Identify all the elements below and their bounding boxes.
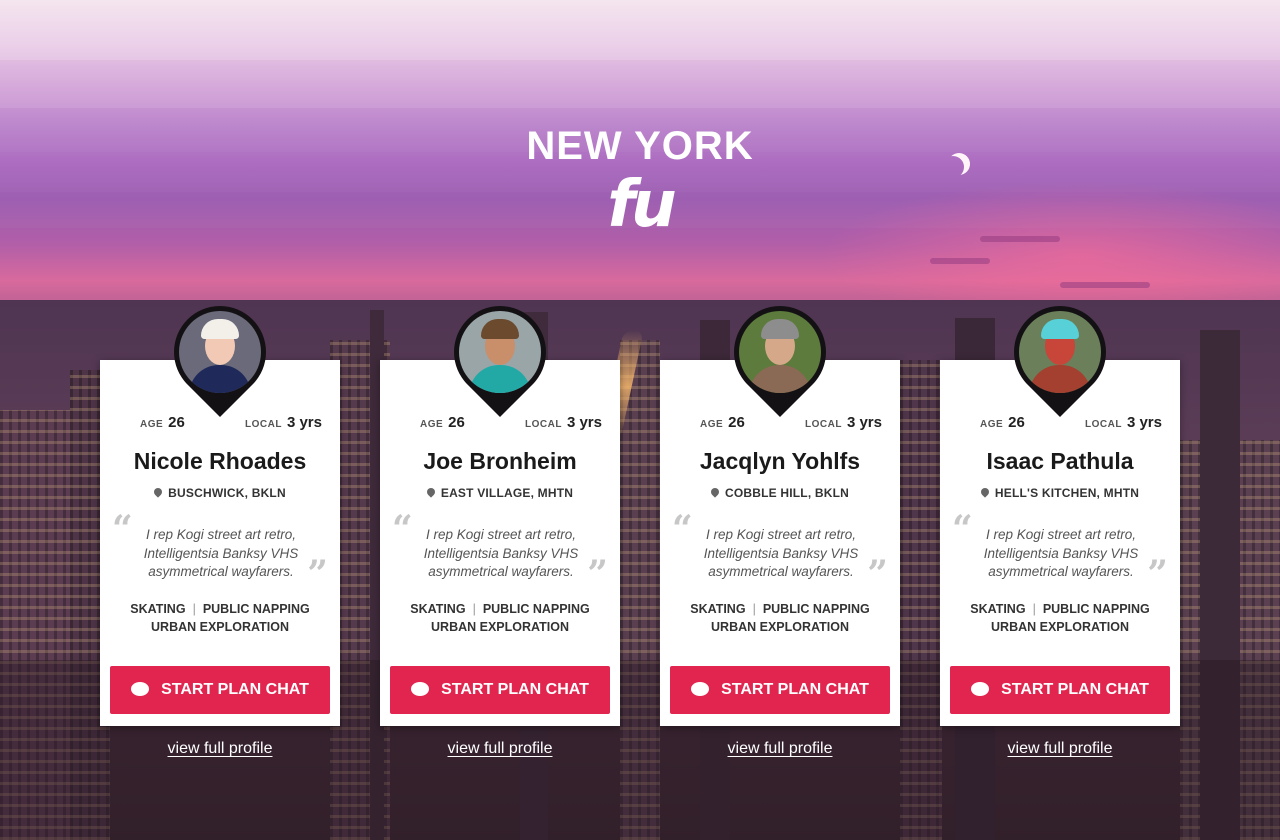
local-value: 3 yrs xyxy=(566,414,602,431)
separator: | xyxy=(1032,602,1036,616)
avatar xyxy=(459,311,541,393)
interests: SKATING | PUBLIC NAPPING URBAN EXPLORATION xyxy=(940,600,1180,636)
open-quote-icon: “ xyxy=(672,508,693,550)
age-stat: AGE 26 xyxy=(980,414,1025,431)
start-plan-chat-button[interactable]: START PLAN CHAT xyxy=(390,666,610,714)
close-quote-icon: ” xyxy=(1147,553,1168,595)
age-value: 26 xyxy=(728,414,745,431)
profile-location: EAST VILLAGE, MHTN xyxy=(380,486,620,500)
age-stat: AGE 26 xyxy=(700,414,745,431)
age-stat: AGE 26 xyxy=(420,414,465,431)
avatar xyxy=(739,311,821,393)
age-value: 26 xyxy=(1008,414,1025,431)
chat-button-label: START PLAN CHAT xyxy=(161,681,309,698)
profile-name: Isaac Pathula xyxy=(986,448,1134,474)
interest-item: PUBLIC NAPPING xyxy=(202,602,310,616)
interest-item: PUBLIC NAPPING xyxy=(482,602,590,616)
view-full-profile-link[interactable]: view full profile xyxy=(380,740,620,758)
close-quote-icon: ” xyxy=(867,553,888,595)
separator: | xyxy=(752,602,756,616)
avatar xyxy=(1019,311,1101,393)
local-value: 3 yrs xyxy=(1126,414,1162,431)
chat-bubble-icon xyxy=(971,682,990,696)
interest-item: PUBLIC NAPPING xyxy=(762,602,870,616)
local-stat: LOCAL 3 yrs xyxy=(525,414,602,431)
chat-button-label: START PLAN CHAT xyxy=(441,681,589,698)
open-quote-icon: “ xyxy=(392,508,413,550)
interests: SKATING | PUBLIC NAPPING URBAN EXPLORATION xyxy=(660,600,900,636)
start-plan-chat-button[interactable]: START PLAN CHAT xyxy=(670,666,890,714)
profile-name: Jacqlyn Yohlfs xyxy=(699,448,861,474)
start-plan-chat-button[interactable]: START PLAN CHAT xyxy=(110,666,330,714)
profile-location: HELL'S KITCHEN, MHTN xyxy=(940,486,1180,500)
local-label: LOCAL xyxy=(525,419,562,430)
map-pin-icon xyxy=(425,486,437,498)
open-quote-icon: “ xyxy=(112,508,133,550)
profile-name: Nicole Rhoades xyxy=(133,448,307,474)
age-value: 26 xyxy=(448,414,465,431)
age-stat: AGE 26 xyxy=(140,414,185,431)
view-full-profile-link[interactable]: view full profile xyxy=(100,740,340,758)
profile-card: AGE 26 LOCAL 3 yrs Joe Bronheim EAST VILLA… xyxy=(380,286,620,726)
local-value: 3 yrs xyxy=(846,414,882,431)
profile-card: AGE 26 LOCAL 3 yrs Isaac Pathula HELL'S KI… xyxy=(940,286,1180,726)
chat-button-label: START PLAN CHAT xyxy=(1001,681,1149,698)
profile-location: COBBLE HILL, BKLN xyxy=(660,486,900,500)
interest-item: URBAN EXPLORATION xyxy=(711,620,849,634)
age-value: 26 xyxy=(168,414,185,431)
local-label: LOCAL xyxy=(245,419,282,430)
profile-name: Joe Bronheim xyxy=(423,448,577,474)
age-label: AGE xyxy=(140,419,164,430)
interest-item: SKATING xyxy=(970,602,1026,616)
local-stat: LOCAL 3 yrs xyxy=(805,414,882,431)
profile-quote: I rep Kogi street art retro, Intelligent… xyxy=(983,527,1139,579)
interests: SKATING | PUBLIC NAPPING URBAN EXPLORATION xyxy=(380,600,620,636)
local-stat: LOCAL 3 yrs xyxy=(245,414,322,431)
view-full-profile-link[interactable]: view full profile xyxy=(660,740,900,758)
location-text: EAST VILLAGE, MHTN xyxy=(440,486,574,500)
interest-item: SKATING xyxy=(130,602,186,616)
start-plan-chat-button[interactable]: START PLAN CHAT xyxy=(950,666,1170,714)
local-stat: LOCAL 3 yrs xyxy=(1085,414,1162,431)
map-pin-icon xyxy=(979,486,991,498)
interest-item: URBAN EXPLORATION xyxy=(431,620,569,634)
close-quote-icon: ” xyxy=(307,553,328,595)
location-text: BUSCHWICK, BKLN xyxy=(168,486,286,500)
profile-quote: I rep Kogi street art retro, Intelligent… xyxy=(143,527,299,579)
map-pin-icon xyxy=(152,486,164,498)
profile-card: AGE 26 LOCAL 3 yrs Nicole Rhoades BUSCHWIC… xyxy=(100,286,340,726)
profile-quote: I rep Kogi street art retro, Intelligent… xyxy=(703,527,859,579)
local-value: 3 yrs xyxy=(286,414,322,431)
chat-bubble-icon xyxy=(411,682,430,696)
interest-item: SKATING xyxy=(410,602,466,616)
profile-quote: I rep Kogi street art retro, Intelligent… xyxy=(423,527,579,579)
chat-bubble-icon xyxy=(131,682,150,696)
brand-title: NEW YORK xyxy=(526,124,754,168)
interest-item: PUBLIC NAPPING xyxy=(1042,602,1150,616)
age-label: AGE xyxy=(980,419,1004,430)
open-quote-icon: “ xyxy=(952,508,973,550)
profile-location: BUSCHWICK, BKLN xyxy=(100,486,340,500)
local-label: LOCAL xyxy=(1085,419,1122,430)
interest-item: URBAN EXPLORATION xyxy=(991,620,1129,634)
interests: SKATING | PUBLIC NAPPING URBAN EXPLORATION xyxy=(100,600,340,636)
brand-logo-mark: fu xyxy=(607,168,676,242)
interest-item: SKATING xyxy=(690,602,746,616)
location-text: COBBLE HILL, BKLN xyxy=(724,486,850,500)
interest-item: URBAN EXPLORATION xyxy=(151,620,289,634)
avatar xyxy=(179,311,261,393)
separator: | xyxy=(472,602,476,616)
location-text: HELL'S KITCHEN, MHTN xyxy=(994,486,1140,500)
chat-button-label: START PLAN CHAT xyxy=(721,681,869,698)
age-label: AGE xyxy=(420,419,444,430)
view-full-profile-link[interactable]: view full profile xyxy=(940,740,1180,758)
local-label: LOCAL xyxy=(805,419,842,430)
close-quote-icon: ” xyxy=(587,553,608,595)
chat-bubble-icon xyxy=(691,682,710,696)
age-label: AGE xyxy=(700,419,724,430)
separator: | xyxy=(192,602,196,616)
map-pin-icon xyxy=(709,486,721,498)
profile-card: AGE 26 LOCAL 3 yrs Jacqlyn Yohlfs COBBLE H… xyxy=(660,286,900,726)
